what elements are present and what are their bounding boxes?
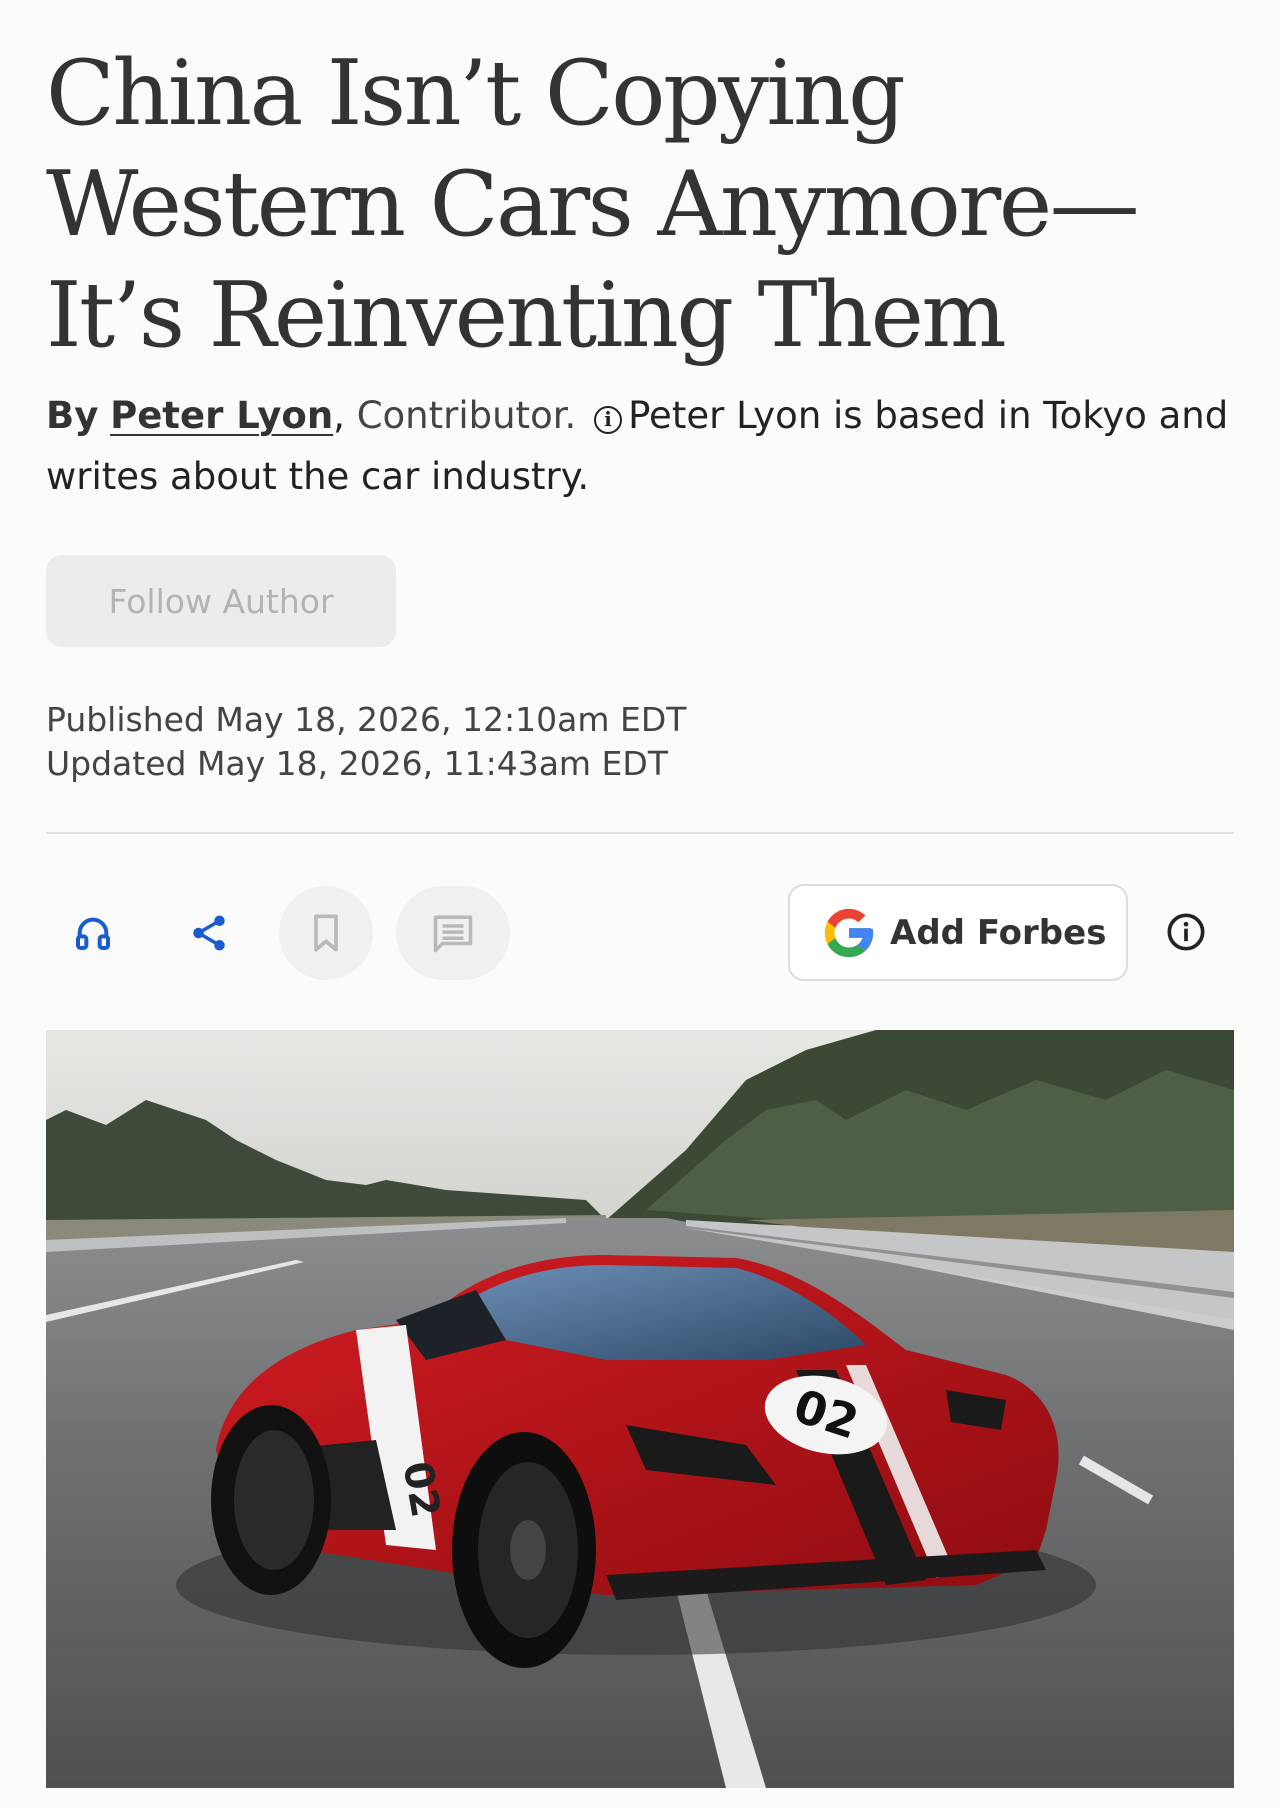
comments-button[interactable] <box>396 886 510 980</box>
google-g-logo <box>824 908 874 957</box>
add-forbes-google-source-button[interactable]: Add Forbes <box>788 884 1128 981</box>
author-link[interactable]: Peter Lyon <box>110 394 333 437</box>
byline: By Peter Lyon, Contributor. i Peter Lyon … <box>46 385 1236 507</box>
bookmark-button[interactable] <box>279 886 373 980</box>
follow-author-button[interactable]: Follow Author <box>46 555 396 647</box>
share-icon <box>193 915 225 951</box>
updated-date: Updated May 18, 2026, 11:43am EDT <box>46 744 668 783</box>
divider <box>46 832 1234 834</box>
bookmark-icon <box>314 914 338 952</box>
article-dates: Published May 18, 2026, 12:10am EDT Upda… <box>46 698 686 786</box>
hero-image: 02 02 <box>46 1030 1234 1788</box>
listen-button[interactable] <box>46 886 140 980</box>
share-button[interactable] <box>162 886 256 980</box>
add-forbes-label: Add Forbes <box>890 912 1107 953</box>
headphones-icon <box>76 917 111 950</box>
red-sports-car-on-track-photo: 02 02 <box>46 1030 1234 1788</box>
article-headline: China Isn’t Copying Western Cars Anymore… <box>46 41 1140 368</box>
car-side-number: 02 <box>393 1458 448 1521</box>
info-button[interactable] <box>1162 908 1210 956</box>
info-icon <box>1167 913 1205 951</box>
published-date: Published May 18, 2026, 12:10am EDT <box>46 700 687 739</box>
byline-by: By <box>46 394 99 437</box>
author-role: Contributor. <box>356 394 577 437</box>
comments-icon <box>433 915 473 953</box>
byline-comma: , <box>333 394 345 437</box>
author-info-icon[interactable]: i <box>594 406 623 434</box>
